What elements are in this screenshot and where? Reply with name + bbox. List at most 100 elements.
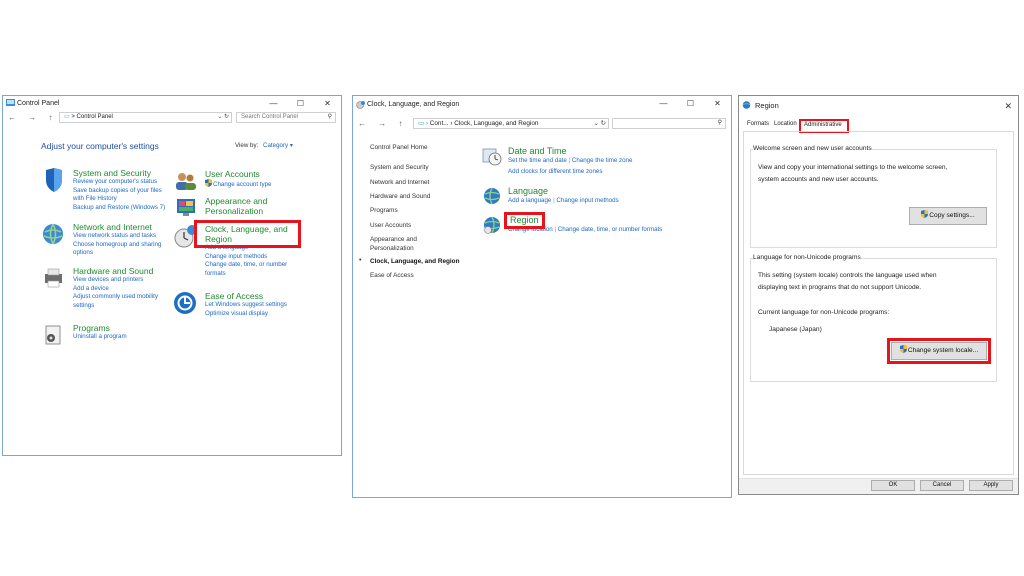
change-time-zone-link[interactable]: Change the time zone bbox=[572, 157, 633, 164]
suggest-settings-link[interactable]: Let Windows suggest settings bbox=[205, 301, 287, 310]
close-button[interactable]: ✕ bbox=[1004, 96, 1012, 116]
dropdown-refresh-icon[interactable]: ⌄ ↻ bbox=[217, 113, 229, 122]
appearance-link[interactable]: Appearance and bbox=[205, 196, 267, 206]
change-formats-link[interactable]: Change date, time, or number bbox=[205, 261, 288, 270]
highlight-box bbox=[887, 338, 991, 364]
sidebar-appearance-2[interactable]: Personalization bbox=[370, 245, 414, 252]
devices-printers-link[interactable]: View devices and printers bbox=[73, 276, 158, 285]
mobility-settings-link-2[interactable]: settings bbox=[73, 302, 158, 311]
change-account-type-link[interactable]: Change account type bbox=[205, 179, 271, 190]
sidebar-system-security[interactable]: System and Security bbox=[370, 164, 429, 171]
programs-icon bbox=[45, 325, 61, 345]
close-button[interactable]: ✕ bbox=[314, 96, 341, 111]
welcome-text-1: View and copy your international setting… bbox=[758, 164, 948, 171]
file-history-link[interactable]: Save backup copies of your files bbox=[73, 187, 165, 196]
sidebar-hardware-sound[interactable]: Hardware and Sound bbox=[370, 193, 430, 200]
network-internet-link[interactable]: Network and Internet bbox=[73, 222, 161, 232]
system-security-link[interactable]: System and Security bbox=[73, 168, 165, 178]
category-system-security: System and Security Review your computer… bbox=[46, 168, 165, 213]
change-formats-link-2[interactable]: formats bbox=[205, 270, 288, 279]
address-bar: ← → ↑ ▭ › Cont... › Clock, Language, and… bbox=[353, 117, 731, 131]
path-separator: > bbox=[71, 114, 75, 120]
nav-buttons[interactable]: ← → ↑ bbox=[358, 119, 407, 128]
sidebar-appearance[interactable]: Appearance and bbox=[370, 236, 417, 243]
language-section: Language Add a language | Change input m… bbox=[484, 186, 619, 206]
change-input-methods-link[interactable]: Change input methods bbox=[205, 253, 288, 262]
sidebar-clock-language-region[interactable]: Clock, Language, and Region bbox=[370, 258, 459, 265]
dialog-title: Region bbox=[755, 101, 779, 110]
network-status-link[interactable]: View network status and tasks bbox=[73, 232, 161, 241]
mobility-settings-link[interactable]: Adjust commonly used mobility bbox=[73, 293, 158, 302]
current-language-label: Current language for non-Unicode program… bbox=[758, 309, 890, 316]
sidebar-current-bullet: • bbox=[359, 257, 362, 264]
sidebar-network-internet[interactable]: Network and Internet bbox=[370, 179, 429, 186]
copy-settings-button[interactable]: Copy settings... bbox=[909, 207, 987, 225]
maximize-button[interactable]: ☐ bbox=[677, 96, 704, 114]
nonunicode-text-1: This setting (system locale) controls th… bbox=[758, 272, 937, 279]
search-input[interactable]: Search Control Panel ⚲ bbox=[236, 112, 336, 123]
ok-button[interactable]: OK bbox=[871, 480, 915, 491]
minimize-button[interactable]: — bbox=[650, 96, 677, 114]
path-cont[interactable]: Cont... bbox=[430, 120, 449, 127]
nonunicode-text-2: displaying text in programs that do not … bbox=[758, 284, 922, 291]
calendar-clock-icon bbox=[482, 148, 502, 166]
user-accounts-link[interactable]: User Accounts bbox=[205, 169, 271, 179]
review-status-link[interactable]: Review your computer's status bbox=[73, 178, 165, 187]
minimize-button[interactable]: — bbox=[260, 96, 287, 111]
category-programs: Programs Uninstall a program bbox=[45, 323, 127, 345]
window-title: Control Panel bbox=[17, 100, 60, 107]
nav-buttons[interactable]: ← → ↑ bbox=[8, 113, 57, 122]
language-links-row: Add a language | Change input methods bbox=[508, 197, 619, 206]
clock-language-region-window: Clock, Language, and Region — ☐ ✕ ← → ↑ … bbox=[352, 95, 732, 498]
tab-location[interactable]: Location bbox=[771, 119, 800, 131]
ease-of-access-link[interactable]: Ease of Access bbox=[205, 291, 287, 301]
add-clocks-link[interactable]: Add clocks for different time zones bbox=[508, 168, 632, 177]
close-button[interactable]: ✕ bbox=[704, 96, 731, 114]
maximize-button[interactable]: ☐ bbox=[287, 96, 314, 111]
change-input-methods-link[interactable]: Change input methods bbox=[556, 197, 618, 204]
apply-button[interactable]: Apply bbox=[969, 480, 1013, 491]
set-time-date-link[interactable]: Set the time and date bbox=[508, 157, 567, 164]
language-globe-icon bbox=[484, 187, 500, 205]
highlight-box bbox=[194, 220, 301, 248]
homegroup-link-2[interactable]: options bbox=[73, 249, 161, 258]
title-bar: Clock, Language, and Region — ☐ ✕ bbox=[353, 96, 731, 114]
programs-link[interactable]: Programs bbox=[73, 323, 127, 333]
sidebar-programs[interactable]: Programs bbox=[370, 207, 398, 214]
language-link[interactable]: Language bbox=[508, 186, 619, 197]
appearance-link-2[interactable]: Personalization bbox=[205, 206, 267, 216]
sidebar-control-panel-home[interactable]: Control Panel Home bbox=[370, 144, 428, 151]
tab-formats[interactable]: Formats bbox=[744, 119, 772, 131]
hardware-sound-link[interactable]: Hardware and Sound bbox=[73, 266, 158, 276]
change-formats-link[interactable]: Change date, time, or number formats bbox=[558, 226, 663, 233]
optimize-display-link[interactable]: Optimize visual display bbox=[205, 310, 287, 319]
cancel-button[interactable]: Cancel bbox=[920, 480, 964, 491]
change-account-type-label: Change account type bbox=[213, 181, 272, 188]
path-control-panel[interactable]: Control Panel bbox=[77, 114, 113, 120]
uninstall-program-link[interactable]: Uninstall a program bbox=[73, 333, 127, 342]
search-input[interactable]: ⚲ bbox=[612, 118, 726, 129]
users-icon bbox=[176, 173, 196, 190]
search-icon[interactable]: ⚲ bbox=[718, 119, 722, 128]
date-time-link[interactable]: Date and Time bbox=[508, 146, 632, 157]
search-icon[interactable]: ⚲ bbox=[328, 113, 332, 122]
nonunicode-group-title: Language for non-Unicode programs bbox=[753, 254, 861, 261]
homegroup-link[interactable]: Choose homegroup and sharing bbox=[73, 241, 161, 250]
address-path[interactable]: ▭ > Control Panel ⌄ ↻ bbox=[59, 112, 232, 123]
address-path[interactable]: ▭ › Cont... › Clock, Language, and Regio… bbox=[413, 118, 609, 129]
file-history-link-2[interactable]: with File History bbox=[73, 195, 165, 204]
add-device-link[interactable]: Add a device bbox=[73, 285, 158, 294]
category-network-internet: Network and Internet View network status… bbox=[43, 222, 161, 258]
page-heading: Adjust your computer's settings bbox=[41, 141, 159, 151]
add-language-link[interactable]: Add a language bbox=[508, 197, 551, 204]
view-by-dropdown[interactable]: Category ▾ bbox=[263, 142, 293, 149]
path-clock[interactable]: Clock, Language, and Region bbox=[454, 120, 538, 127]
folder-icon: ▭ › bbox=[418, 120, 428, 127]
sidebar-ease-of-access[interactable]: Ease of Access bbox=[370, 272, 414, 279]
ease-of-access-icon bbox=[174, 292, 196, 314]
uac-shield-icon bbox=[921, 210, 929, 218]
backup-restore-link[interactable]: Backup and Restore (Windows 7) bbox=[73, 204, 165, 213]
sidebar-user-accounts[interactable]: User Accounts bbox=[370, 222, 411, 229]
dropdown-refresh-icon[interactable]: ⌄ ↻ bbox=[594, 119, 607, 128]
date-time-links-row: Set the time and date | Change the time … bbox=[508, 157, 632, 166]
